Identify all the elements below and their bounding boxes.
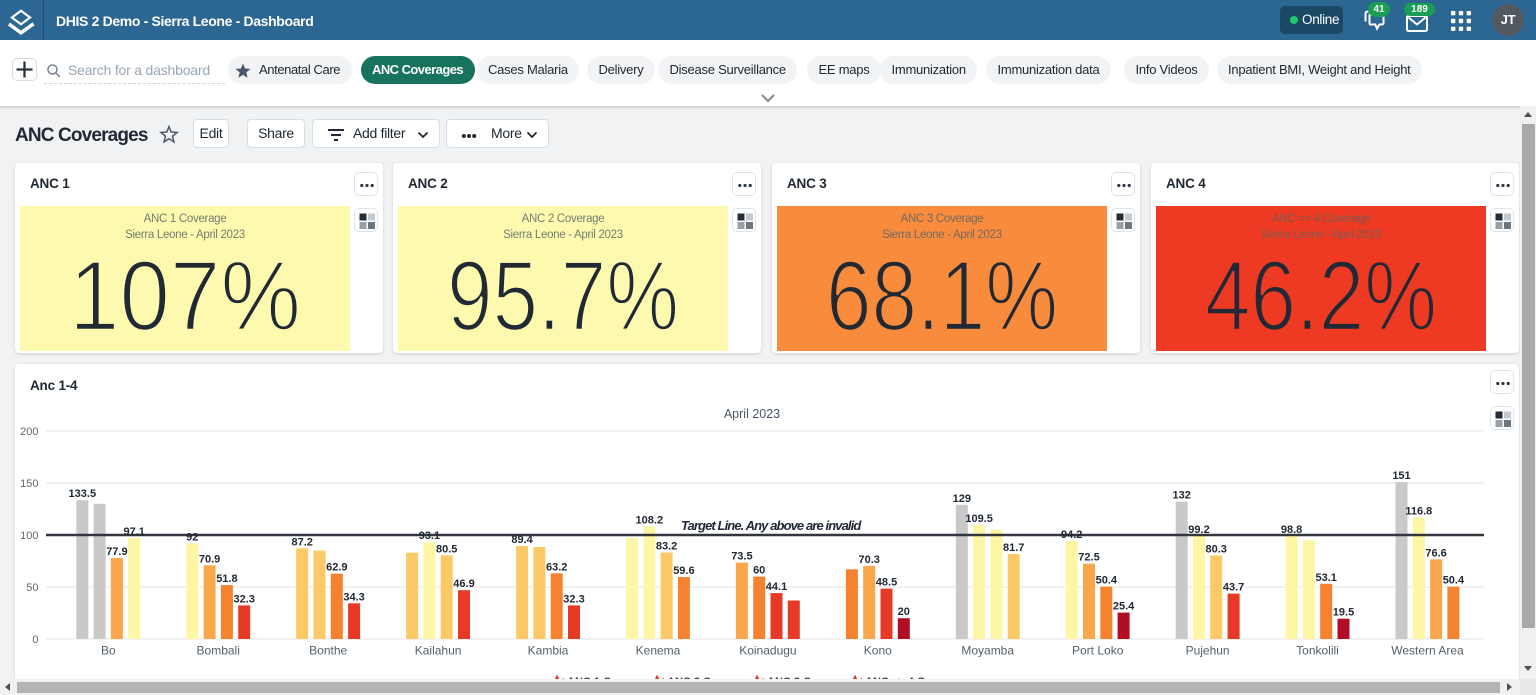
svg-text:108.2: 108.2 xyxy=(636,515,664,527)
svg-text:73.5: 73.5 xyxy=(731,551,752,563)
svg-text:0: 0 xyxy=(32,634,38,646)
svg-text:60: 60 xyxy=(753,565,765,577)
svg-text:44.1: 44.1 xyxy=(766,581,787,593)
svg-text:46.9: 46.9 xyxy=(453,578,474,590)
svg-text:59.6: 59.6 xyxy=(673,565,694,577)
svg-text:116.8: 116.8 xyxy=(1405,506,1432,518)
svg-text:Western Area: Western Area xyxy=(1391,644,1464,658)
svg-text:150: 150 xyxy=(20,478,38,490)
svg-text:99.2: 99.2 xyxy=(1188,524,1209,536)
svg-text:Tonkolili: Tonkolili xyxy=(1296,644,1339,658)
svg-text:70.9: 70.9 xyxy=(199,553,220,565)
svg-text:Kambia: Kambia xyxy=(528,644,569,658)
svg-text:133.5: 133.5 xyxy=(69,488,97,500)
svg-text:89.4: 89.4 xyxy=(511,534,533,546)
svg-text:62.9: 62.9 xyxy=(326,562,347,574)
svg-text:151: 151 xyxy=(1392,470,1410,482)
svg-text:72.5: 72.5 xyxy=(1078,552,1099,564)
svg-text:Port Loko: Port Loko xyxy=(1072,644,1124,658)
svg-text:Koinadugu: Koinadugu xyxy=(739,644,796,658)
svg-text:Kailahun: Kailahun xyxy=(415,644,462,658)
svg-text:50.4: 50.4 xyxy=(1443,575,1465,587)
svg-text:32.3: 32.3 xyxy=(563,593,584,605)
svg-text:Pujehun: Pujehun xyxy=(1186,644,1230,658)
svg-text:32.3: 32.3 xyxy=(233,593,254,605)
svg-text:70.3: 70.3 xyxy=(858,554,879,566)
svg-text:100: 100 xyxy=(20,530,38,542)
svg-text:48.5: 48.5 xyxy=(876,577,897,589)
svg-text:43.7: 43.7 xyxy=(1223,582,1244,594)
svg-text:93.1: 93.1 xyxy=(419,530,440,542)
svg-text:87.2: 87.2 xyxy=(291,536,312,548)
svg-text:19.5: 19.5 xyxy=(1333,607,1354,619)
svg-text:94.2: 94.2 xyxy=(1061,529,1082,541)
svg-text:Target Line. Any above are inv: Target Line. Any above are invalid xyxy=(681,518,862,533)
svg-text:Moyamba: Moyamba xyxy=(961,644,1014,658)
svg-text:107%: 107% xyxy=(69,248,301,348)
svg-text:76.6: 76.6 xyxy=(1425,547,1446,559)
svg-text:80.3: 80.3 xyxy=(1205,544,1226,556)
svg-text:83.2: 83.2 xyxy=(656,541,677,553)
svg-text:34.3: 34.3 xyxy=(343,591,364,603)
svg-text:63.2: 63.2 xyxy=(546,561,567,573)
svg-text:98.8: 98.8 xyxy=(1281,524,1302,536)
svg-text:81.7: 81.7 xyxy=(1003,542,1024,554)
svg-text:50: 50 xyxy=(26,582,38,594)
svg-text:April 2023: April 2023 xyxy=(724,407,780,421)
svg-text:Bo: Bo xyxy=(101,644,116,658)
svg-text:200: 200 xyxy=(20,426,38,438)
svg-text:51.8: 51.8 xyxy=(216,573,237,585)
svg-text:109.5: 109.5 xyxy=(965,513,993,525)
svg-text:97.1: 97.1 xyxy=(123,526,144,538)
svg-text:Kenema: Kenema xyxy=(636,644,681,658)
svg-text:77.9: 77.9 xyxy=(106,546,127,558)
svg-text:Bombali: Bombali xyxy=(197,644,240,658)
svg-text:92: 92 xyxy=(186,531,198,543)
svg-text:95.7%: 95.7% xyxy=(447,248,679,348)
svg-text:Kono: Kono xyxy=(864,644,892,658)
svg-text:53.1: 53.1 xyxy=(1315,572,1336,584)
svg-text:25.4: 25.4 xyxy=(1113,601,1135,613)
svg-text:Bonthe: Bonthe xyxy=(309,644,347,658)
svg-text:132: 132 xyxy=(1173,490,1191,502)
svg-text:80.5: 80.5 xyxy=(436,543,457,555)
svg-text:20: 20 xyxy=(898,606,910,618)
svg-text:50.4: 50.4 xyxy=(1096,575,1118,587)
svg-text:129: 129 xyxy=(953,493,971,505)
svg-text:46.2%: 46.2% xyxy=(1205,248,1437,348)
svg-text:68.1%: 68.1% xyxy=(826,248,1058,348)
